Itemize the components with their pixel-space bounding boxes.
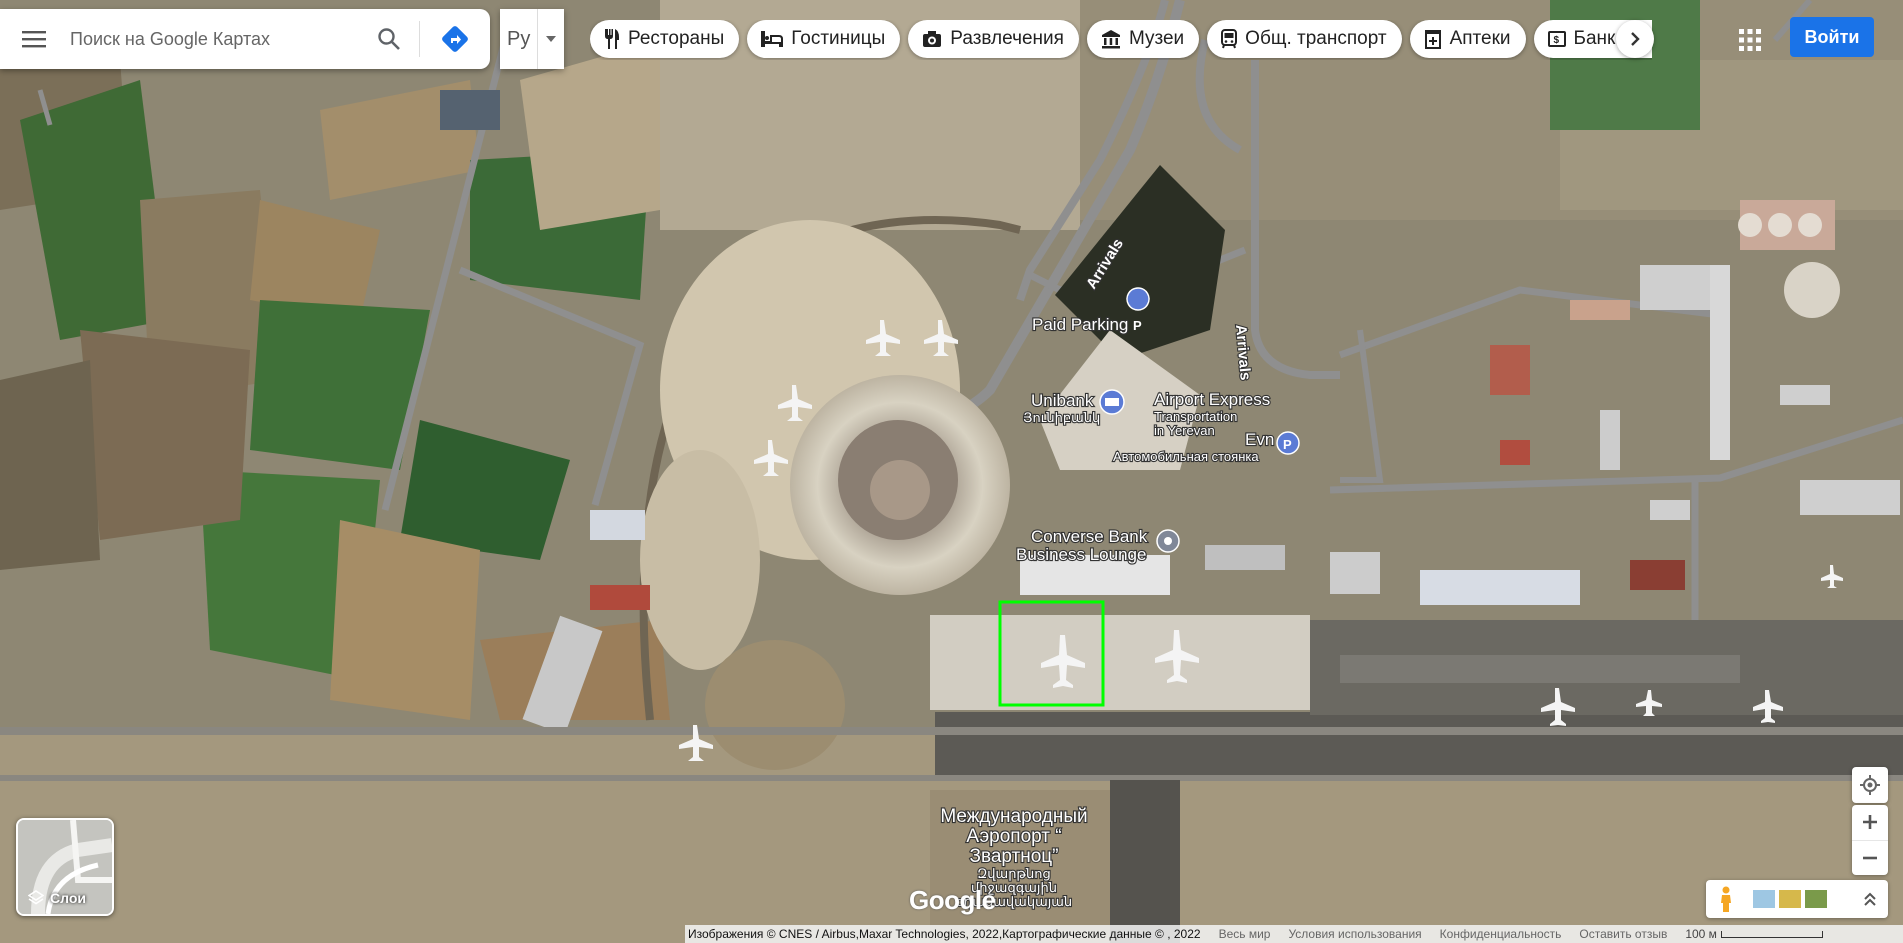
layers-icon (28, 890, 44, 905)
privacy-link[interactable]: Конфиденциальность (1440, 927, 1562, 941)
chip-transit[interactable]: Общ. транспорт (1207, 20, 1402, 58)
chips-next-button[interactable] (1616, 20, 1654, 58)
bank-pin-icon[interactable] (1099, 389, 1125, 415)
chip-restaurants[interactable]: Рестораны (590, 20, 740, 58)
chip-label: Рестораны (628, 28, 725, 49)
feedback-link[interactable]: Оставить отзыв (1579, 927, 1667, 941)
lounge-pin-icon[interactable] (1156, 529, 1180, 553)
chip-entertainment[interactable]: Развлечения (908, 20, 1079, 58)
label-unibank: Unibank (1031, 391, 1094, 410)
language-selector[interactable]: Ру (500, 9, 564, 69)
google-logo: Google (909, 885, 996, 915)
transit-icon (1221, 29, 1238, 49)
scale-bar (1720, 930, 1823, 938)
apps-grid-icon (1739, 29, 1761, 51)
map-type-thumbnails[interactable] (1752, 889, 1828, 909)
satellite-map[interactable]: Arrivals Arrivals Paid Parking P Unibank… (0, 0, 1903, 943)
directions-button[interactable] (420, 9, 490, 69)
terms-link[interactable]: Условия использования (1288, 927, 1421, 941)
menu-button[interactable] (0, 9, 68, 69)
directions-icon (442, 26, 468, 52)
chip-hotels[interactable]: Гостиницы (747, 20, 901, 58)
chip-label: Гостиницы (791, 28, 886, 49)
pegman-icon (1721, 886, 1731, 912)
plus-icon (1863, 815, 1877, 830)
hotel-icon (761, 31, 784, 47)
language-dropdown-button[interactable] (537, 9, 564, 69)
search-input[interactable] (68, 18, 359, 60)
caret-down-icon (546, 36, 557, 42)
chip-label: Развлечения (950, 28, 1064, 49)
zoom-controls (1852, 805, 1888, 875)
label-airport-express-sub2: in Yerevan (1154, 423, 1215, 438)
label-converse-bank: Converse Bank (1031, 527, 1148, 546)
double-chevron-up-icon (1864, 892, 1876, 906)
chevron-right-icon (1631, 32, 1640, 46)
label-airport-express-sub1: Transportation (1154, 409, 1237, 424)
svg-text:P: P (1133, 318, 1142, 333)
scale-control[interactable]: 100 м (1685, 927, 1841, 941)
pharmacy-icon (1424, 30, 1441, 49)
chip-museums[interactable]: Музеи (1086, 20, 1200, 58)
search-box (0, 9, 490, 69)
camera-icon (923, 31, 942, 47)
search-button[interactable] (359, 9, 419, 69)
svg-text:$: $ (1553, 35, 1559, 46)
layers-button[interactable]: Слои (16, 818, 114, 916)
label-airport-arm-1: Զվարթնոց (977, 866, 1051, 881)
chip-label: Музеи (1128, 28, 1185, 49)
zoom-out-button[interactable] (1852, 841, 1888, 876)
label-paid-parking: Paid Parking (1032, 315, 1128, 334)
my-location-icon (1860, 775, 1880, 795)
svg-text:P: P (1283, 437, 1292, 452)
world-link[interactable]: Весь мир (1219, 927, 1271, 941)
street-view-bar (1706, 880, 1888, 918)
scale-label: 100 м (1685, 927, 1717, 941)
layers-label: Слои (50, 890, 86, 906)
thumb-satellite[interactable] (1804, 889, 1828, 909)
category-chips: Рестораны Гостиницы Развлечения Музеи Об… (590, 20, 1652, 60)
label-airport-name-3: Звартноц” (969, 846, 1058, 867)
restaurant-icon (605, 29, 619, 49)
label-airport-name-1: Международный (940, 806, 1087, 827)
footer-bar: Изображения © CNES / Airbus,Maxar Techno… (685, 925, 1903, 943)
pegman-button[interactable] (1706, 880, 1746, 918)
label-auto-parking: Автомобильная стоянка (1113, 449, 1259, 464)
chip-pharmacies[interactable]: Аптеки (1409, 20, 1526, 58)
search-icon (378, 28, 400, 50)
label-evn: Evn (1245, 430, 1274, 449)
label-unibank-sub: Յունիբանկ (1023, 410, 1100, 425)
signin-button[interactable]: Войти (1790, 17, 1874, 57)
hamburger-icon (22, 31, 46, 48)
apps-button[interactable] (1728, 18, 1772, 62)
thumb-map[interactable] (1752, 889, 1776, 909)
expand-button[interactable] (1852, 880, 1888, 918)
zoom-in-button[interactable] (1852, 805, 1888, 841)
atm-icon: $ (1547, 31, 1566, 47)
attribution-text: Изображения © CNES / Airbus,Maxar Techno… (688, 927, 1201, 941)
label-airport-express: Airport Express (1154, 390, 1270, 409)
chip-label: Аптеки (1449, 28, 1511, 49)
my-location-button[interactable] (1852, 767, 1888, 803)
label-business-lounge: Business Lounge (1016, 545, 1146, 564)
label-airport-name-2: Аэропорт “ (966, 826, 1061, 847)
chip-label: Общ. транспорт (1245, 28, 1387, 49)
museum-icon (1101, 30, 1120, 49)
minus-icon (1863, 856, 1877, 860)
thumb-terrain[interactable] (1778, 889, 1802, 909)
language-label: Ру (507, 27, 531, 50)
evn-parking-pin-icon[interactable]: P (1276, 431, 1300, 455)
